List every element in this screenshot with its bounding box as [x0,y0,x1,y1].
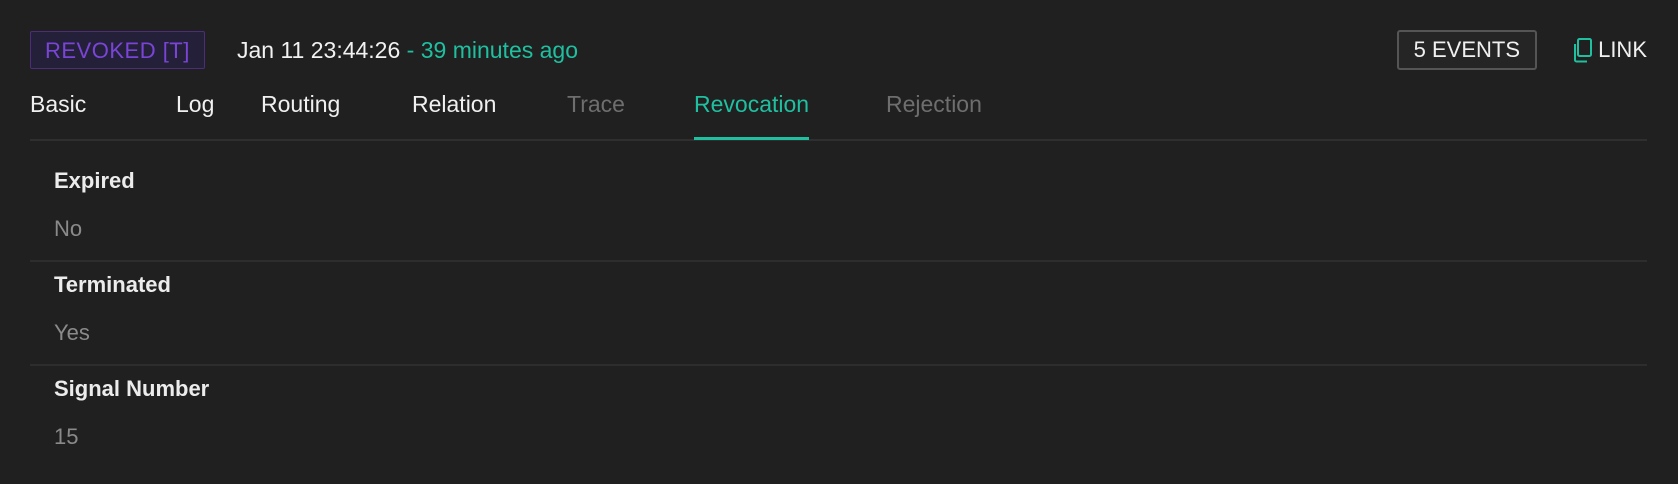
tab-rejection[interactable]: Rejection [886,89,982,119]
task-detail-panel: REVOKED [T] Jan 11 23:44:26 - 39 minutes… [30,0,1647,449]
tab-revocation[interactable]: Revocation [694,89,810,140]
link-label: LINK [1598,37,1647,62]
field-value: 15 [54,424,79,449]
tab-basic[interactable]: Basic [30,89,86,119]
timestamp: Jan 11 23:44:26 - 39 minutes ago [237,36,578,64]
tab-relation[interactable]: Relation [412,89,496,119]
link-button[interactable]: LINK [1572,36,1647,64]
copy-icon [1572,37,1594,63]
revocation-fields: Expired No Terminated Yes Signal Number … [30,158,1647,470]
field-terminated: Terminated Yes [30,262,1647,366]
tab-routing[interactable]: Routing [261,89,340,119]
tab-log[interactable]: Log [176,89,214,119]
status-badge: REVOKED [T] [30,31,205,69]
field-label: Expired [54,168,135,193]
field-value: No [54,216,83,241]
field-signal-number: Signal Number 15 [30,366,1647,470]
timestamp-relative: 39 minutes ago [420,37,579,63]
field-label: Signal Number [54,376,210,401]
tab-trace[interactable]: Trace [567,89,625,119]
field-expired: Expired No [30,158,1647,262]
timestamp-absolute: Jan 11 23:44:26 [237,37,401,63]
tab-bar: Basic Log Routing Relation Trace Revocat… [30,82,1647,141]
field-label: Terminated [54,272,171,297]
timestamp-separator: - [406,37,421,63]
field-value: Yes [54,320,90,345]
events-button[interactable]: 5 EVENTS [1396,30,1537,70]
